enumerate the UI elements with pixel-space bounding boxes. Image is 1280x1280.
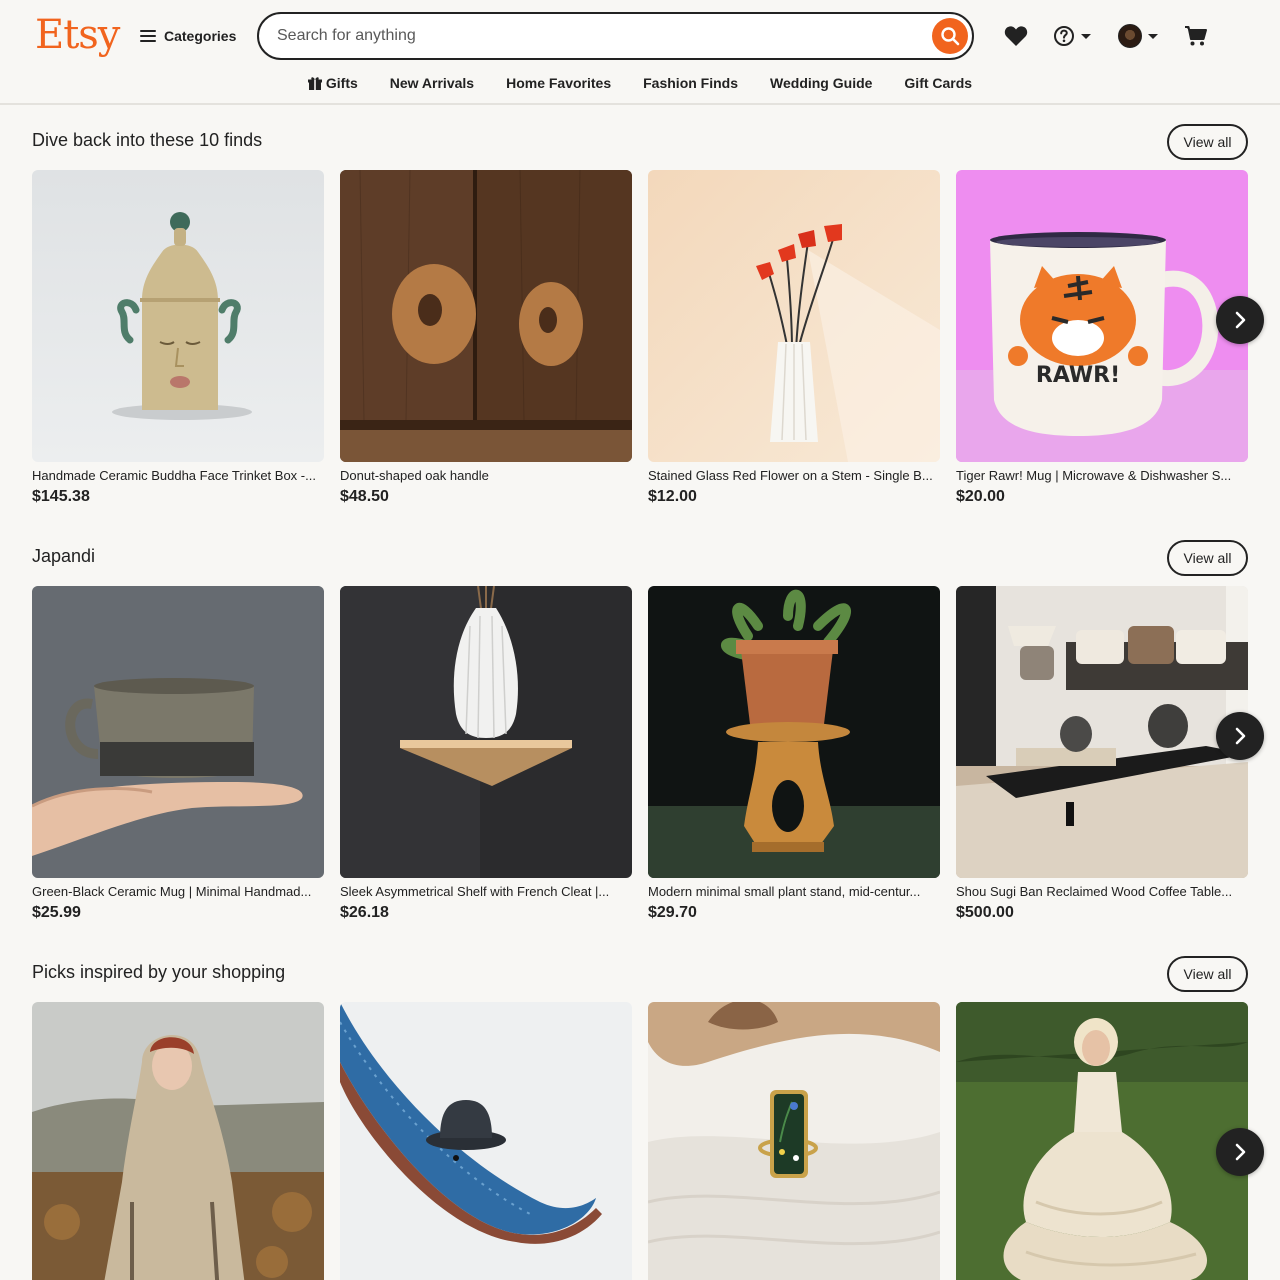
listing-card[interactable]: [956, 1002, 1248, 1280]
nav-fashion-finds[interactable]: Fashion Finds: [643, 70, 738, 96]
categories-label: Categories: [164, 28, 237, 44]
listing-title: Sleek Asymmetrical Shelf with French Cle…: [340, 884, 610, 899]
search-button[interactable]: [932, 18, 968, 54]
view-all-button[interactable]: View all: [1167, 124, 1248, 160]
nav-label: Gifts: [325, 75, 358, 91]
listing-price: $29.70: [648, 904, 697, 921]
listing-card[interactable]: RAWR! Tiger Rawr! Mug | Microwave & Dish…: [956, 170, 1248, 506]
listing-title: Modern minimal small plant stand, mid-ce…: [648, 884, 921, 899]
site-header: Etsy Categories Search for anything Gift…: [0, 0, 1280, 105]
listing-image: [32, 586, 324, 878]
favorites-button[interactable]: [1004, 22, 1028, 50]
account-menu-button[interactable]: [1118, 22, 1158, 50]
listing-carousel: Handmade Ceramic Buddha Face Trinket Box…: [32, 170, 1248, 506]
listing-image: [32, 170, 324, 462]
carousel-next-button[interactable]: [1216, 1128, 1264, 1176]
listing-card[interactable]: Shou Sugi Ban Reclaimed Wood Coffee Tabl…: [956, 586, 1248, 922]
listing-card[interactable]: Handmade Ceramic Buddha Face Trinket Box…: [32, 170, 324, 506]
listing-title: Handmade Ceramic Buddha Face Trinket Box…: [32, 468, 316, 483]
listing-card[interactable]: Green-Black Ceramic Mug | Minimal Handma…: [32, 586, 324, 922]
listing-price: $500.00: [956, 904, 1014, 921]
section-title: Dive back into these 10 finds: [32, 130, 263, 150]
carousel-next-button[interactable]: [1216, 712, 1264, 760]
listing-card[interactable]: Modern minimal small plant stand, mid-ce…: [648, 586, 940, 922]
listing-price: $20.00: [956, 488, 1005, 505]
listing-card[interactable]: Stained Glass Red Flower on a Stem - Sin…: [648, 170, 940, 506]
listing-image: [340, 1002, 632, 1280]
recently-viewed-section: Dive back into these 10 finds View all H…: [32, 124, 1264, 516]
listing-image: [32, 1002, 324, 1280]
nav-home-favorites[interactable]: Home Favorites: [506, 70, 611, 96]
search-input[interactable]: [277, 27, 917, 45]
listing-price: $25.99: [32, 904, 81, 921]
help-menu-button[interactable]: [1053, 22, 1091, 50]
menu-icon: [140, 30, 156, 42]
categories-button[interactable]: Categories: [140, 24, 236, 48]
listing-card[interactable]: [32, 1002, 324, 1280]
listing-title: Shou Sugi Ban Reclaimed Wood Coffee Tabl…: [956, 884, 1233, 899]
heart-icon: [1004, 26, 1028, 46]
mug-text: RAWR!: [1036, 363, 1120, 388]
listing-price: $26.18: [340, 904, 389, 921]
nav-gift-cards[interactable]: Gift Cards: [904, 70, 972, 96]
listing-card[interactable]: Sleek Asymmetrical Shelf with French Cle…: [340, 586, 632, 922]
listing-price: $12.00: [648, 488, 697, 505]
chevron-right-icon: [1235, 727, 1246, 745]
section-title: Picks inspired by your shopping: [32, 962, 286, 982]
listing-image: [648, 586, 940, 878]
listing-carousel: Green-Black Ceramic Mug | Minimal Handma…: [32, 586, 1248, 922]
nav-wedding-guide[interactable]: Wedding Guide: [770, 70, 872, 96]
nav-gifts[interactable]: Gifts: [307, 70, 358, 96]
listing-price: $145.38: [32, 488, 90, 505]
listing-carousel: [32, 1002, 1248, 1280]
section-title: Japandi: [32, 546, 96, 566]
listing-title: Tiger Rawr! Mug | Microwave & Dishwasher…: [956, 468, 1232, 483]
listing-title: Green-Black Ceramic Mug | Minimal Handma…: [32, 884, 312, 899]
carousel-next-button[interactable]: [1216, 296, 1264, 344]
category-nav: Gifts New Arrivals Home Favorites Fashio…: [0, 70, 1280, 96]
listing-image: [956, 586, 1248, 878]
listing-card[interactable]: [648, 1002, 940, 1280]
listing-image: [340, 586, 632, 878]
japandi-section: Japandi View all Green-Black Ceramic Mug…: [32, 540, 1264, 932]
gift-icon: [307, 77, 322, 90]
listing-image: [340, 170, 632, 462]
listing-image: [648, 170, 940, 462]
help-icon: [1054, 26, 1074, 46]
picks-section: Picks inspired by your shopping View all: [32, 956, 1264, 1280]
listing-title: Stained Glass Red Flower on a Stem - Sin…: [648, 468, 933, 483]
cart-button[interactable]: [1184, 22, 1208, 50]
chevron-right-icon: [1235, 1143, 1246, 1161]
listing-price: $48.50: [340, 488, 389, 505]
chevron-down-icon: [1148, 33, 1158, 39]
listing-title: Donut-shaped oak handle: [340, 468, 489, 483]
etsy-logo[interactable]: Etsy: [35, 10, 120, 60]
listing-image: [956, 1002, 1248, 1280]
nav-new-arrivals[interactable]: New Arrivals: [390, 70, 474, 96]
chevron-down-icon: [1081, 33, 1091, 39]
listing-card[interactable]: Donut-shaped oak handle $48.50: [340, 170, 632, 506]
view-all-button[interactable]: View all: [1167, 540, 1248, 576]
search-icon: [941, 27, 960, 46]
view-all-button[interactable]: View all: [1167, 956, 1248, 992]
avatar: [1118, 24, 1142, 48]
listing-image: [648, 1002, 940, 1280]
listing-image: RAWR!: [956, 170, 1248, 462]
listing-card[interactable]: [340, 1002, 632, 1280]
search-bar: [257, 12, 974, 60]
cart-icon: [1185, 26, 1207, 46]
chevron-right-icon: [1235, 311, 1246, 329]
